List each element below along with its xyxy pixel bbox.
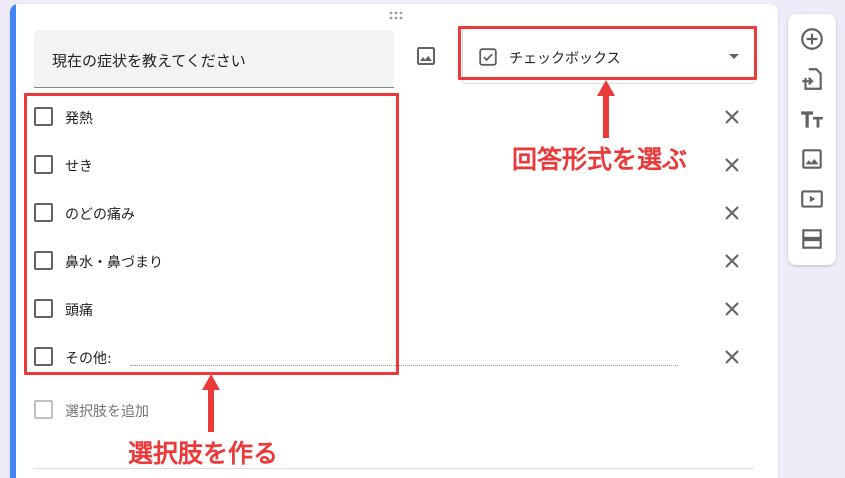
arrow-up-icon (597, 80, 615, 138)
options-highlight (24, 93, 399, 375)
close-icon[interactable] (720, 345, 744, 369)
add-option-label[interactable]: 選択肢を追加 (65, 401, 149, 421)
add-option-row[interactable]: 選択肢を追加 (34, 390, 334, 430)
answer-type-highlight (458, 26, 757, 80)
add-section-icon[interactable] (799, 226, 825, 252)
close-icon[interactable] (720, 297, 744, 321)
floating-toolbar (788, 14, 836, 265)
arrow-up-icon (202, 374, 220, 432)
close-icon[interactable] (720, 153, 744, 177)
answer-type-annotation: 回答形式を選ぶ (512, 145, 688, 174)
question-title[interactable]: 現在の症状を教えてください (52, 50, 246, 71)
active-card-accent (10, 4, 16, 478)
add-image-icon[interactable] (799, 146, 825, 172)
add-question-icon[interactable] (799, 26, 825, 52)
close-icon[interactable] (720, 105, 744, 129)
add-video-icon[interactable] (799, 186, 825, 212)
import-questions-icon[interactable] (799, 66, 825, 92)
close-icon[interactable] (720, 249, 744, 273)
question-title-field[interactable]: 現在の症状を教えてください (34, 30, 394, 88)
close-icon[interactable] (720, 201, 744, 225)
option-checkbox (34, 400, 53, 419)
drag-handle-icon[interactable] (388, 11, 404, 21)
create-options-annotation: 選択肢を作る (128, 439, 279, 468)
add-image-icon[interactable] (414, 44, 438, 68)
add-title-icon[interactable] (799, 106, 825, 132)
